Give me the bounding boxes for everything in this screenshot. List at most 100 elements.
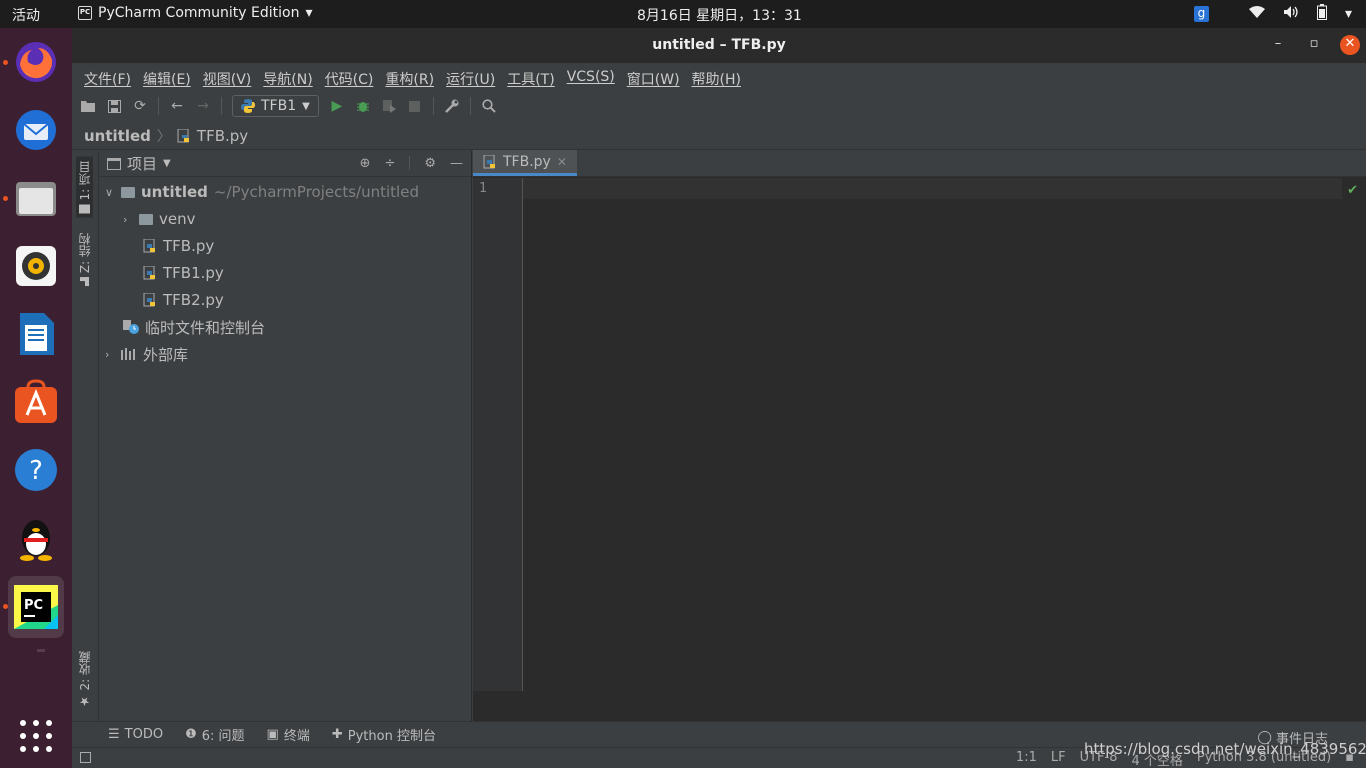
toolbar-separator (469, 97, 471, 115)
run-configuration-select[interactable]: TFB1 ▼ (232, 95, 319, 117)
chevron-right-icon[interactable]: › (105, 348, 115, 361)
save-icon[interactable] (106, 98, 122, 114)
python-console-tool-button[interactable]: ✚ Python 控制台 (332, 725, 436, 744)
tree-item-tfb[interactable]: TFB.py (143, 234, 214, 258)
menu-window[interactable]: 窗口(W) (621, 64, 686, 92)
forward-arrow-icon[interactable]: → (195, 98, 211, 114)
window-title: untitled – TFB.py (652, 37, 786, 53)
libreoffice-writer-icon[interactable] (8, 306, 64, 362)
volume-icon[interactable] (1283, 5, 1299, 23)
toolbar-separator (221, 97, 222, 115)
line-separator[interactable]: LF (1051, 750, 1066, 768)
no-problems-check-icon[interactable]: ✔ (1347, 183, 1358, 198)
search-icon[interactable] (481, 98, 497, 114)
problems-label: 6: 问题 (201, 729, 245, 744)
project-panel: 项目 ▼ ⊕ ÷ ⚙ — ∨ untitled ~/PycharmProject… (99, 151, 472, 721)
python-console-label: Python 控制台 (347, 729, 436, 744)
todo-tool-button[interactable]: ☰ TODO (108, 727, 163, 742)
app-menu[interactable]: PC PyCharm Community Edition ▾ (78, 5, 313, 21)
system-tray[interactable]: g ▾ (1193, 4, 1352, 24)
editor-tab-tfb[interactable]: TFB.py ✕ (473, 150, 577, 176)
structure-tool-tab[interactable]: Z: 结构 (76, 233, 93, 287)
python-console-icon: ✚ (331, 727, 343, 742)
tree-root-project[interactable]: ∨ untitled ~/PycharmProjects/untitled (105, 180, 419, 204)
power-menu-icon[interactable]: ▾ (1345, 6, 1352, 22)
sync-icon[interactable]: ⟳ (132, 98, 148, 114)
tree-item-label: venv (159, 210, 196, 228)
open-folder-icon[interactable] (80, 98, 96, 114)
pycharm-icon: PC (78, 6, 92, 20)
activities-button[interactable]: 活动 (12, 5, 40, 25)
tree-item-external-libraries[interactable]: › 外部库 (105, 342, 188, 366)
maximize-button[interactable]: ▫ (1304, 35, 1324, 55)
show-applications-icon[interactable] (8, 708, 64, 764)
tree-item-label: 临时文件和控制台 (145, 318, 266, 337)
software-center-icon[interactable] (8, 374, 64, 430)
chevron-down-icon[interactable]: ∨ (105, 186, 115, 199)
help-icon[interactable]: ? (8, 442, 64, 498)
menu-code[interactable]: 代码(C) (319, 64, 380, 92)
toolbar-separator (158, 97, 159, 115)
window-titlebar[interactable]: untitled – TFB.py – ▫ ✕ (72, 28, 1366, 63)
files-icon[interactable] (8, 170, 64, 226)
editor-tabs: TFB.py ✕ (473, 150, 1366, 177)
wrench-icon[interactable] (444, 98, 460, 114)
favorites-tool-tab[interactable]: ★ 2: 收藏 (76, 651, 93, 709)
svg-text:?: ? (29, 456, 43, 486)
qq-icon[interactable] (8, 510, 64, 566)
close-tab-icon[interactable]: ✕ (557, 155, 567, 169)
menu-navigate[interactable]: 导航(N) (257, 64, 318, 92)
menu-help[interactable]: 帮助(H) (686, 64, 747, 92)
hide-panel-icon[interactable]: — (450, 156, 463, 171)
chevron-down-icon[interactable]: ▼ (163, 158, 171, 169)
problems-tool-button[interactable]: ❶ 6: 问题 (185, 725, 244, 744)
editor-area: TFB.py ✕ 1 ✔ (473, 150, 1366, 721)
rhythmbox-icon[interactable] (8, 238, 64, 294)
pycharm-dock-icon[interactable]: PC (8, 576, 64, 638)
clock[interactable]: 8月16日 星期日，13：31 (637, 5, 802, 25)
dock: ? PC (0, 28, 72, 768)
run-with-coverage-icon[interactable] (381, 98, 397, 114)
breadcrumb-file[interactable]: TFB.py (197, 127, 248, 145)
terminal-tool-button[interactable]: ▣ 终端 (267, 725, 310, 744)
collapse-all-icon[interactable]: ÷ (384, 156, 395, 171)
battery-icon[interactable] (1316, 4, 1327, 24)
minimize-button[interactable]: – (1268, 35, 1288, 55)
debug-icon[interactable] (355, 98, 371, 114)
menu-run[interactable]: 运行(U) (440, 64, 501, 92)
caret-position[interactable]: 1:1 (1016, 750, 1037, 768)
gear-icon[interactable]: ⚙ (424, 156, 436, 171)
breadcrumb-project[interactable]: untitled (84, 127, 151, 145)
toggle-tool-windows-icon[interactable] (80, 752, 91, 763)
menu-file[interactable]: 文件(F) (78, 64, 137, 92)
locate-file-icon[interactable]: ⊕ (360, 156, 371, 171)
tree-item-tfb1[interactable]: TFB1.py (143, 261, 224, 285)
star-icon: ★ (77, 694, 92, 709)
menu-view[interactable]: 视图(V) (197, 64, 258, 92)
folder-icon (121, 186, 135, 198)
structure-tool-tab-label: Z: 结构 (78, 233, 92, 274)
wifi-icon[interactable] (1248, 5, 1265, 23)
firefox-icon[interactable] (8, 34, 64, 90)
project-view-select[interactable]: 项目 (127, 153, 157, 174)
run-icon[interactable]: ▶ (329, 98, 345, 114)
menu-bar: 文件(F) 编辑(E) 视图(V) 导航(N) 代码(C) 重构(R) 运行(U… (72, 64, 1366, 92)
input-method-icon[interactable]: g (1193, 6, 1209, 22)
tree-item-scratches[interactable]: 临时文件和控制台 (123, 315, 265, 339)
thunderbird-icon[interactable] (8, 102, 64, 158)
breadcrumb-separator: 〉 (156, 128, 171, 145)
stop-icon[interactable] (407, 98, 423, 114)
dock-separator (37, 649, 45, 652)
menu-edit[interactable]: 编辑(E) (137, 64, 197, 92)
menu-tools[interactable]: 工具(T) (501, 64, 560, 92)
code-editor[interactable] (524, 178, 1366, 721)
tree-item-tfb2[interactable]: TFB2.py (143, 288, 224, 312)
project-tool-tab[interactable]: 1: 项目 (76, 157, 93, 218)
tree-item-venv[interactable]: › venv (123, 207, 196, 231)
menu-vcs[interactable]: VCS(S) (561, 64, 621, 92)
back-arrow-icon[interactable]: ← (169, 98, 185, 114)
menu-refactor[interactable]: 重构(R) (379, 64, 440, 92)
chevron-right-icon[interactable]: › (123, 213, 133, 226)
left-tool-strip: 1: 项目 Z: 结构 ★ 2: 收藏 (72, 151, 99, 721)
close-button[interactable]: ✕ (1340, 35, 1360, 55)
